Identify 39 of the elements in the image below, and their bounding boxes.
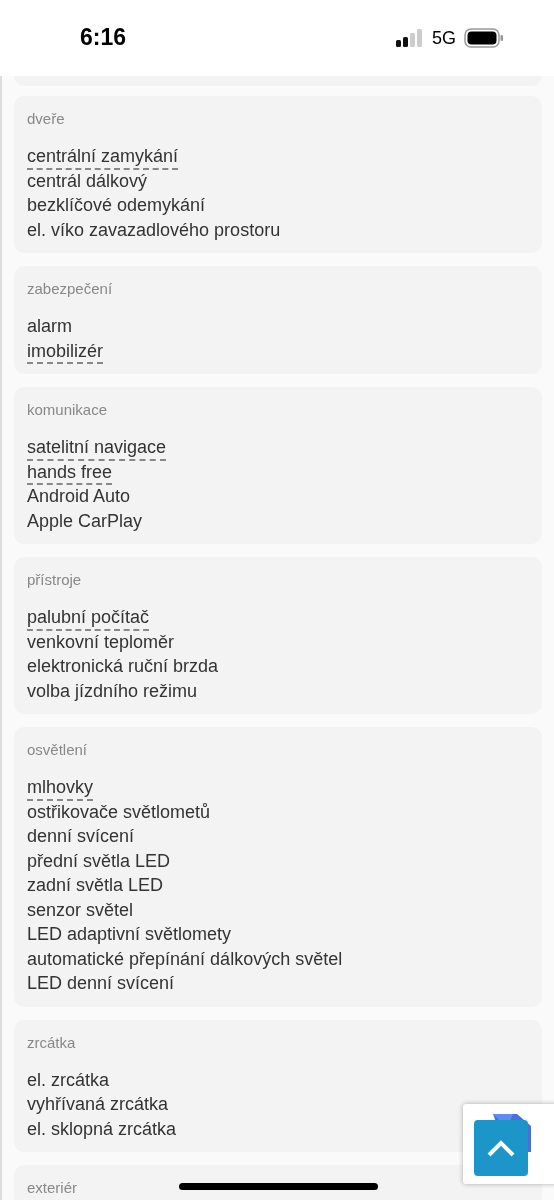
feature-hint-link[interactable]: hands free <box>27 460 113 485</box>
section-title: zabezpečení <box>27 279 113 299</box>
feature-hint-link[interactable]: satelitní navigace <box>27 436 167 461</box>
section-title: zrcátka <box>27 1032 76 1053</box>
status-time: 6:16 <box>80 22 127 52</box>
feature-hint-link[interactable]: imobilizér <box>27 339 104 364</box>
feature-item: vyhřívaná zrcátka <box>27 1093 169 1116</box>
network-label: 5G <box>432 26 456 50</box>
scroll-up-button[interactable] <box>474 1120 528 1176</box>
feature-item: el. víko zavazadlového prostoru <box>27 218 281 242</box>
section-title: osvětlení <box>27 740 88 760</box>
feature-hint-link[interactable]: mlhovky <box>27 776 93 801</box>
feature-item: Apple CarPlay <box>27 509 143 533</box>
battery-icon <box>464 28 504 48</box>
feature-item: bezklíčové odemykání <box>27 194 206 217</box>
feature-item: ostřikovače světlometů <box>27 800 211 824</box>
feature-item: Android Auto <box>27 485 131 508</box>
section-title: přístroje <box>27 570 82 590</box>
section-title: exteriér <box>27 1178 78 1198</box>
feature-item: přední světla LED <box>27 849 171 873</box>
section-title: dveře <box>27 109 65 129</box>
feature-hint-link[interactable]: palubní počítač <box>27 606 150 631</box>
feature-item: denní svícení <box>27 825 135 848</box>
feature-item: venkovní teploměr <box>27 630 175 654</box>
feature-item: zadní světla LED <box>27 874 164 897</box>
feature-item: LED adaptivní světlomety <box>27 923 232 946</box>
feature-item: alarm <box>27 315 72 338</box>
feature-item: elektronická ruční brzda <box>27 655 219 678</box>
feature-item: LED denní svícení <box>27 972 175 995</box>
feature-item: centrál dálkový <box>27 169 148 193</box>
feature-item: volba jízdního režimu <box>27 679 198 703</box>
feature-item: el. sklopná zrcátka <box>27 1117 177 1141</box>
section-title: komunikace <box>27 400 108 420</box>
feature-item: senzor světel <box>27 898 134 922</box>
feature-hint-link[interactable]: centrální zamykání <box>27 145 179 170</box>
feature-item: automatické přepínání dálkových světel <box>27 947 343 971</box>
chevron-up-icon <box>486 1139 516 1157</box>
feature-item: el. zrcátka <box>27 1068 110 1092</box>
signal-icon <box>396 29 424 47</box>
